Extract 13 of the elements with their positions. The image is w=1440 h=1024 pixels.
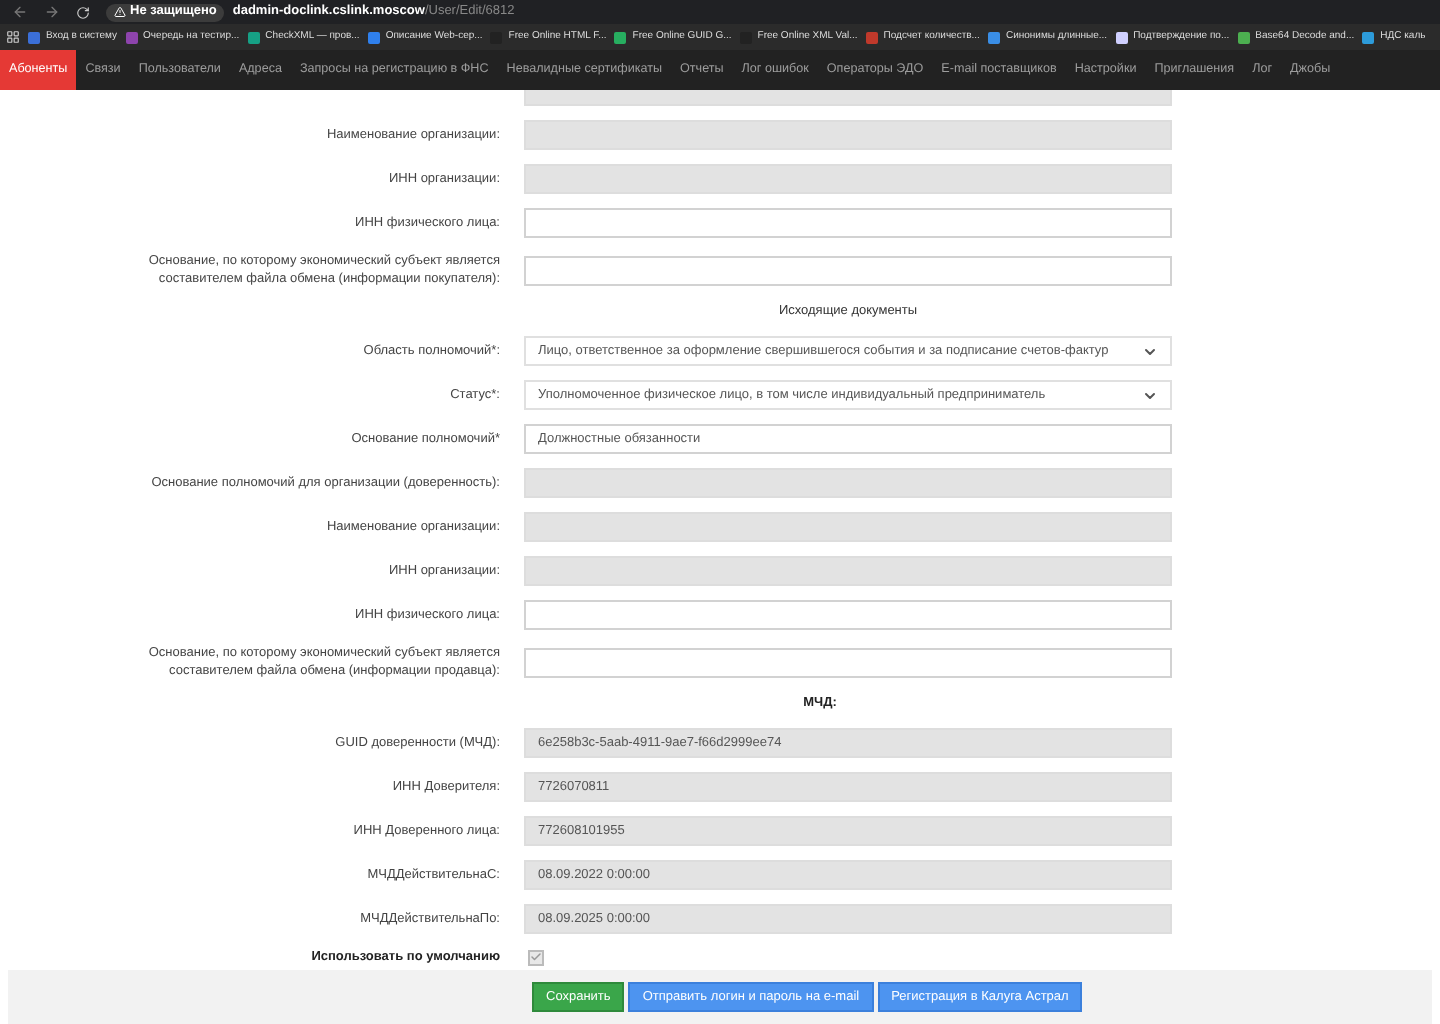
input-field[interactable] — [524, 255, 1172, 285]
check-icon — [530, 950, 542, 964]
checkbox[interactable] — [528, 949, 544, 965]
reload-icon[interactable] — [76, 5, 90, 19]
apps-icon[interactable] — [6, 30, 20, 44]
forward-icon[interactable] — [44, 4, 60, 20]
warning-icon — [114, 6, 126, 18]
input-field[interactable] — [524, 208, 1172, 238]
input-field[interactable] — [524, 647, 1172, 677]
chevron-down-icon — [1142, 343, 1158, 359]
chevron-down-icon — [1142, 387, 1158, 403]
input-field[interactable] — [524, 600, 1172, 630]
back-icon[interactable] — [12, 4, 28, 20]
